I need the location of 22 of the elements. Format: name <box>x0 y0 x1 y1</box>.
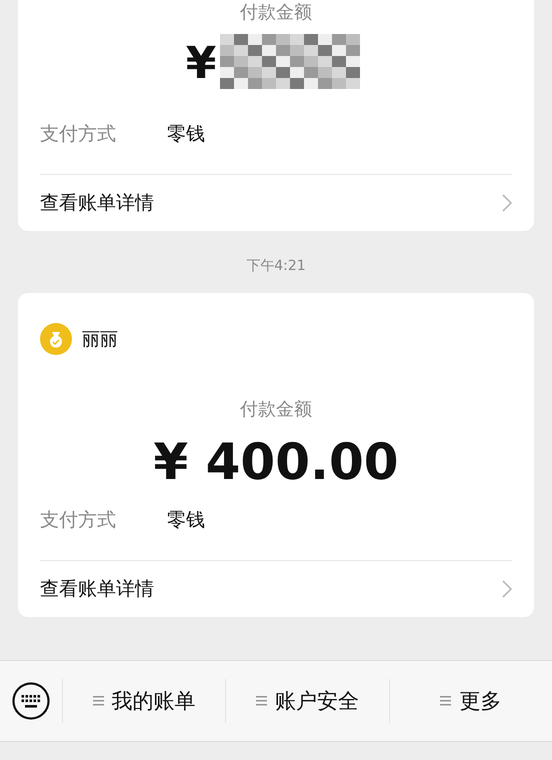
menu-button[interactable]: 我的账单 <box>63 671 226 731</box>
chevron-right-icon <box>502 194 512 212</box>
bill-detail-link[interactable]: 查看账单详情 <box>40 561 512 618</box>
timestamp: 下午4:21 <box>246 257 306 276</box>
menu-icon <box>440 696 452 706</box>
bill-detail-link[interactable]: 查看账单详情 <box>40 175 512 232</box>
menu-button[interactable]: 更多 <box>390 671 552 731</box>
payment-method-value: 零钱 <box>167 508 205 534</box>
menu-icon <box>92 696 104 706</box>
menu-icon <box>256 696 267 706</box>
amount-text: ¥ 400.00 <box>153 435 399 490</box>
payment-method-label: 支付方式 <box>40 122 117 148</box>
menu-button[interactable]: 账户安全 <box>226 671 389 731</box>
keyboard-icon[interactable] <box>12 682 50 720</box>
merchant-name: 丽丽 <box>82 328 118 352</box>
amount-label: 付款金额 <box>240 1 312 24</box>
money-bag-icon <box>40 323 72 356</box>
chevron-right-icon <box>502 580 512 598</box>
amount-label: 付款金额 <box>240 398 312 422</box>
amount-text: ¥ <box>186 40 216 88</box>
payment-method-value: 零钱 <box>167 122 205 148</box>
payment-method-label: 支付方式 <box>40 508 117 534</box>
